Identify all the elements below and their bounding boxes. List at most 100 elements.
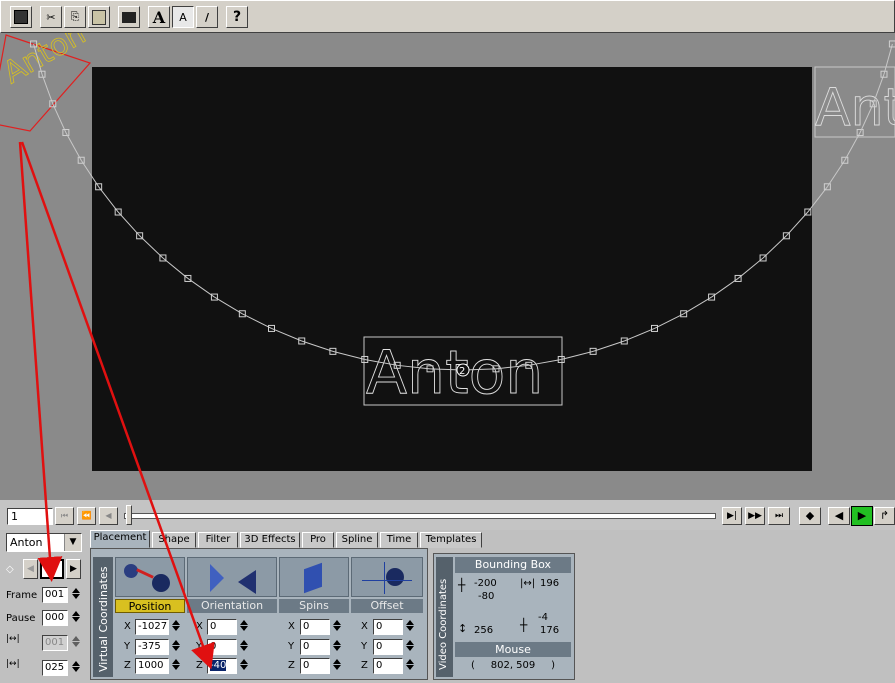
save-button[interactable] [10, 6, 32, 28]
play-button[interactable]: ▶ [851, 506, 873, 526]
tab-placement[interactable]: Placement [90, 530, 150, 548]
spacing-field[interactable]: 025 [42, 660, 68, 676]
position-category[interactable]: Position [115, 599, 185, 613]
paste-button[interactable] [88, 6, 110, 28]
offset-x-stepper[interactable] [405, 619, 414, 635]
pause-stepper[interactable] [71, 610, 80, 626]
motion-path[interactable] [30, 40, 895, 374]
bounding-height-value: 256 [474, 625, 494, 636]
orientation-y-field[interactable]: 0 [207, 639, 237, 655]
workspace[interactable]: Anton Anton Anton 2 [0, 33, 895, 500]
path-segment [214, 296, 243, 315]
prev-keyframe-button[interactable]: ◀ [23, 559, 38, 579]
frame-field[interactable]: 001 [42, 587, 68, 603]
step-forward-button[interactable]: ▶▶ [745, 507, 765, 525]
position-y-stepper[interactable] [171, 639, 180, 655]
brush-button[interactable]: / [196, 6, 218, 28]
tab-time[interactable]: Time [380, 532, 418, 548]
offset-z-stepper[interactable] [405, 658, 414, 674]
path-segment [98, 186, 119, 213]
cut-button[interactable]: ✂ [40, 6, 62, 28]
frame-stepper[interactable] [71, 587, 80, 603]
position-x-stepper[interactable] [171, 619, 180, 635]
spins-x-field[interactable]: 0 [300, 619, 330, 635]
motion-path-layer[interactable]: Anton Anton Anton 2 [0, 33, 895, 500]
position-z-stepper[interactable] [171, 658, 180, 674]
orientation-y-stepper[interactable] [239, 639, 248, 655]
spins-icon[interactable] [279, 557, 349, 597]
path-segment [785, 211, 809, 237]
clapper-button[interactable] [118, 6, 140, 28]
orientation-z-field[interactable]: -40 [207, 658, 237, 674]
spins-z-field[interactable]: 0 [300, 658, 330, 674]
play-backward-button[interactable]: ◀ [828, 507, 850, 525]
position-icon[interactable] [115, 557, 185, 597]
keyframe-number[interactable]: 1 [40, 559, 64, 579]
duration-stepper[interactable] [71, 635, 80, 651]
cut-icon: ✂ [46, 10, 56, 24]
tab-filter[interactable]: Filter [198, 532, 238, 548]
next-key-button[interactable]: ▶| [722, 507, 742, 525]
spins-y-stepper[interactable] [332, 639, 341, 655]
orientation-x-field[interactable]: 0 [207, 619, 237, 635]
add-key-button[interactable]: ◆ [799, 507, 821, 525]
loop-button[interactable]: ↱ [874, 507, 895, 525]
tab-pro[interactable]: Pro [302, 532, 334, 548]
offset-x-field[interactable]: 0 [373, 619, 403, 635]
path-segment [592, 340, 625, 352]
tab-spline[interactable]: Spline [336, 532, 378, 548]
tab-templates[interactable]: Templates [420, 532, 482, 548]
spins-x-stepper[interactable] [332, 619, 341, 635]
prev-key-button[interactable]: ◀ [99, 507, 118, 525]
path-segment [117, 211, 141, 237]
offset-z-field[interactable]: 0 [373, 658, 403, 674]
offset-y-field[interactable]: 0 [373, 639, 403, 655]
tab-3d-effects[interactable]: 3D Effects [240, 532, 300, 548]
help-button[interactable]: ? [226, 6, 248, 28]
timeline-frame-field[interactable]: 1 [7, 508, 53, 525]
copy-button[interactable]: ⎘ [64, 6, 86, 28]
path-segment [883, 43, 893, 75]
spacing-stepper[interactable] [71, 660, 80, 676]
path-segment [624, 327, 655, 342]
help-icon: ? [232, 9, 242, 25]
spins-z-stepper[interactable] [332, 658, 341, 674]
path-segment [52, 103, 67, 133]
diamond-icon: ◇ [6, 564, 14, 575]
text-tool-button[interactable]: A [148, 6, 170, 28]
timeline-slider-thumb[interactable] [126, 505, 132, 525]
spins-y-label: Y [288, 641, 295, 652]
path-segment [561, 350, 594, 360]
spins-category[interactable]: Spins [279, 599, 349, 613]
tab-shape[interactable]: Shape [152, 532, 196, 548]
offset-icon[interactable] [351, 557, 423, 597]
next-keyframe-button[interactable]: ▶ [66, 559, 81, 579]
brush-icon: / [204, 10, 210, 24]
pause-field[interactable]: 000 [42, 610, 68, 626]
orientation-icon[interactable] [187, 557, 277, 597]
position-x-field[interactable]: -1027 [135, 619, 169, 635]
current-title-outline: Anton [366, 338, 543, 408]
step-back-button[interactable]: ⏪ [77, 507, 96, 525]
position-z-field[interactable]: 1000 [135, 658, 169, 674]
spins-y-field[interactable]: 0 [300, 639, 330, 655]
position-y-field[interactable]: -375 [135, 639, 169, 655]
text-select-button[interactable]: A [172, 6, 194, 28]
timeline-track[interactable] [124, 513, 716, 519]
go-start-button[interactable]: ⏮ [55, 507, 74, 525]
orientation-x-stepper[interactable] [239, 619, 248, 635]
bounding-z1-value: -4 [538, 612, 548, 623]
duration-field[interactable]: 001 [42, 635, 68, 651]
go-end-button[interactable]: ⏭ [768, 507, 790, 525]
orientation-z-stepper[interactable] [239, 658, 248, 674]
orientation-category[interactable]: Orientation [187, 599, 277, 613]
mouse-coordinates: ( 802, 509 ) [470, 660, 556, 671]
start-title-preview: Anton [0, 33, 92, 91]
orientation-z-label: Z [196, 660, 203, 671]
offset-y-stepper[interactable] [405, 639, 414, 655]
bounding-x-value: -200 [474, 578, 497, 589]
bounding-z2-value: 176 [540, 625, 560, 636]
chevron-down-icon[interactable]: ▼ [64, 534, 81, 551]
offset-category[interactable]: Offset [351, 599, 423, 613]
object-select[interactable]: Anton ▼ [6, 533, 82, 552]
